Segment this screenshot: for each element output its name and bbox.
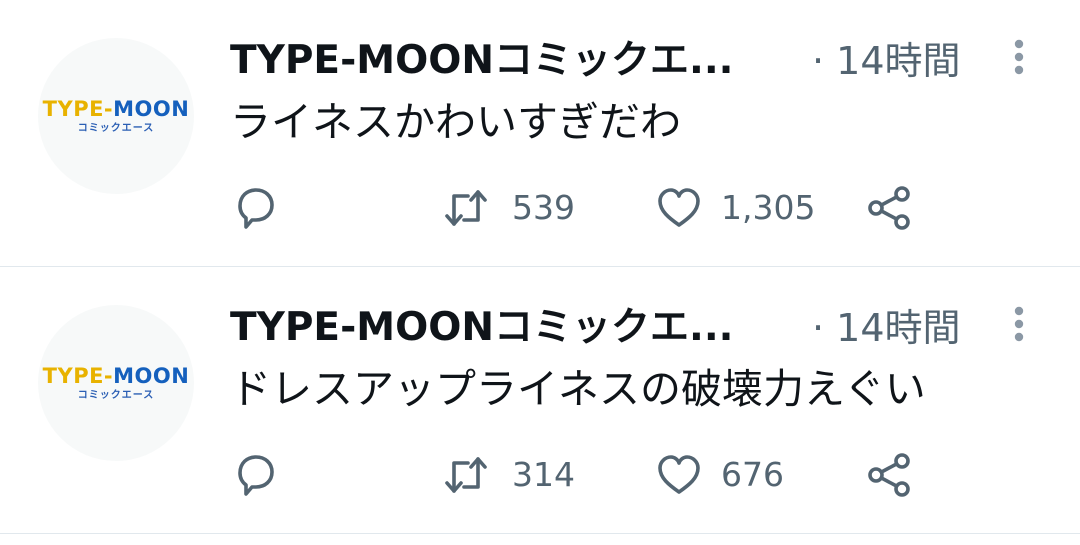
heart-icon	[655, 184, 703, 232]
reply-icon	[232, 451, 280, 499]
tweet[interactable]: TYPE-MOON コミックエース TYPE-MOONコミックエ... · 14…	[0, 0, 1080, 266]
more-vertical-icon[interactable]	[1004, 38, 1034, 78]
retweet-icon	[442, 451, 490, 499]
retweet-count: 314	[512, 455, 575, 494]
reply-button[interactable]	[232, 447, 280, 503]
more-vertical-icon[interactable]	[1004, 305, 1034, 345]
tweet-text: ドレスアップライネスの破壊力えぐい	[230, 365, 926, 413]
like-count: 676	[721, 455, 784, 494]
author-name[interactable]: TYPE-MOONコミックエ...	[230, 303, 770, 353]
share-icon	[866, 184, 914, 232]
avatar[interactable]: TYPE-MOON コミックエース	[38, 38, 194, 194]
heart-icon	[655, 451, 703, 499]
retweet-count: 539	[512, 188, 575, 227]
like-button[interactable]: 1,305	[655, 180, 815, 236]
author-name[interactable]: TYPE-MOONコミックエ...	[230, 36, 770, 86]
tweet[interactable]: TYPE-MOON コミックエース TYPE-MOONコミックエ... · 14…	[0, 267, 1080, 533]
tweet-time[interactable]: · 14時間	[812, 303, 961, 353]
reply-button[interactable]	[232, 180, 280, 236]
retweet-icon	[442, 184, 490, 232]
share-button[interactable]	[866, 180, 914, 236]
avatar-logo: TYPE-MOON	[42, 363, 190, 388]
avatar-logo-sub: コミックエース	[77, 389, 155, 401]
avatar-logo-sub: コミックエース	[77, 122, 155, 134]
like-button[interactable]: 676	[655, 447, 784, 503]
like-count: 1,305	[721, 188, 816, 227]
tweet-divider	[0, 533, 1080, 534]
share-icon	[866, 451, 914, 499]
retweet-button[interactable]: 314	[442, 447, 575, 503]
share-button[interactable]	[866, 447, 914, 503]
reply-icon	[232, 184, 280, 232]
avatar-logo: TYPE-MOON	[42, 96, 190, 121]
tweet-text: ライネスかわいすぎだわ	[230, 98, 681, 146]
retweet-button[interactable]: 539	[442, 180, 575, 236]
avatar[interactable]: TYPE-MOON コミックエース	[38, 305, 194, 461]
tweet-time[interactable]: · 14時間	[812, 36, 961, 86]
